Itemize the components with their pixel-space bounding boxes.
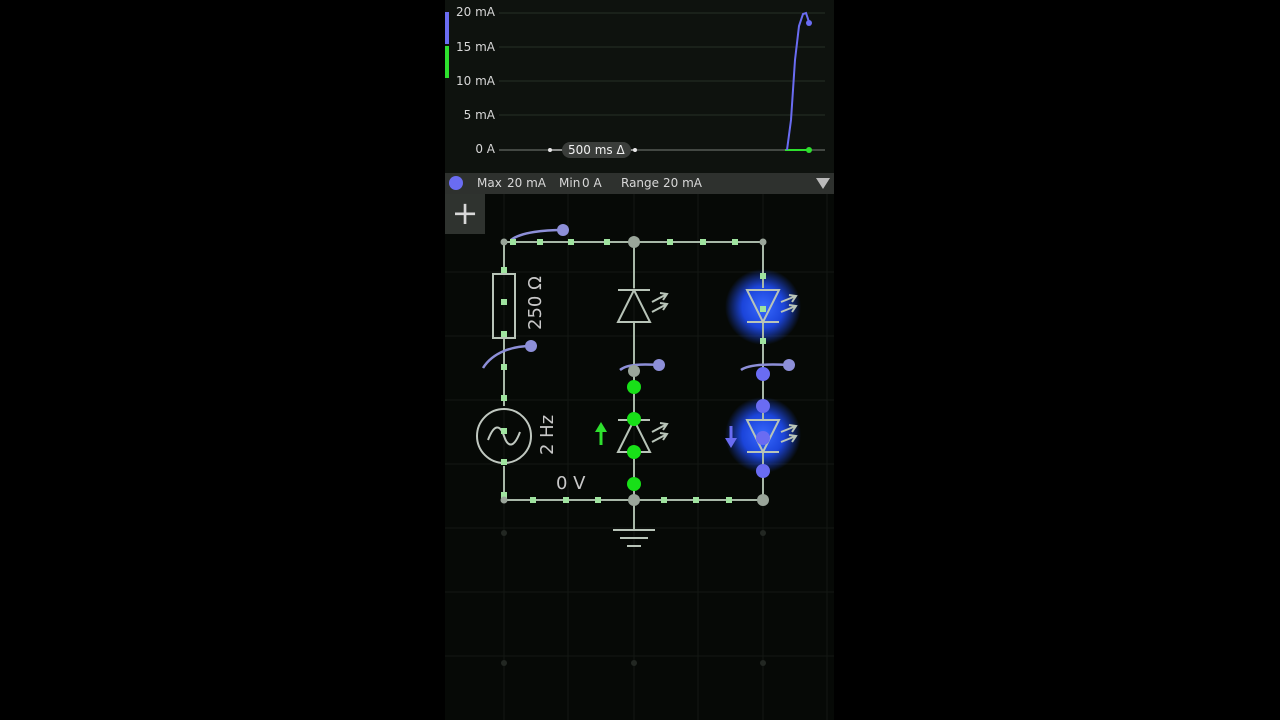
- led-middle-top[interactable]: [616, 287, 669, 323]
- circuit-simulator-app: 20 mA 15 mA 10 mA 5 mA 0 A 500 ms Δ Max …: [445, 0, 834, 720]
- current-arrow-up-icon: [595, 422, 607, 445]
- resistor-value-label: 250 Ω: [525, 276, 546, 330]
- source-frequency-label: 2 Hz: [537, 414, 558, 455]
- probe-tip[interactable]: [557, 224, 569, 236]
- ground-voltage-label: 0 V: [556, 473, 586, 494]
- probe-tip[interactable]: [653, 359, 665, 371]
- probe-tip[interactable]: [525, 340, 537, 352]
- circuit-canvas[interactable]: [445, 0, 834, 720]
- led-middle-bottom[interactable]: [616, 417, 669, 453]
- add-component-button[interactable]: +: [445, 194, 485, 234]
- probe-tip[interactable]: [783, 359, 795, 371]
